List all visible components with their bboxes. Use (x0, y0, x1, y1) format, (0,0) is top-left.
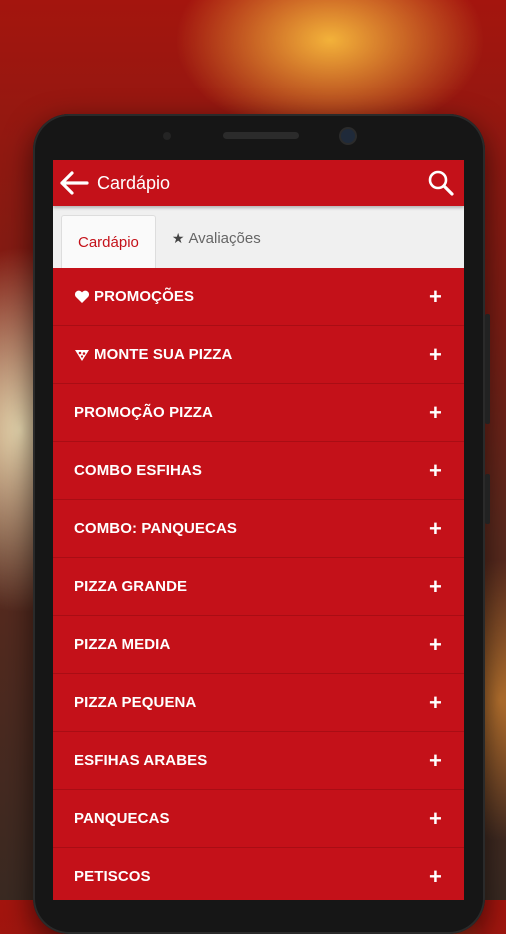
menu-category-pizza-pequena[interactable]: PIZZA PEQUENA + (53, 674, 464, 732)
category-label-wrap: PROMOÇÕES (74, 288, 429, 305)
category-label: PROMOÇÕES (94, 288, 195, 305)
search-icon (428, 170, 454, 196)
volume-button (485, 314, 490, 424)
category-label-wrap: MONTE SUA PIZZA (74, 346, 429, 363)
power-button (485, 474, 490, 524)
expand-plus-icon: + (429, 805, 442, 831)
category-label: PANQUECAS (74, 810, 170, 827)
app-bar: Cardápio (53, 160, 464, 206)
category-label: PIZZA GRANDE (74, 578, 188, 595)
menu-category-combo-esfihas[interactable]: COMBO ESFIHAS + (53, 442, 464, 500)
menu-category-panquecas[interactable]: PANQUECAS + (53, 790, 464, 848)
expand-plus-icon: + (429, 747, 442, 773)
tab-bar: Cardápio ★ Avaliações (53, 206, 464, 268)
category-label: PROMOÇÃO PIZZA (74, 404, 213, 421)
pizza-slice-icon (74, 348, 90, 362)
tab-cardapio[interactable]: Cardápio (61, 215, 156, 268)
menu-category-monte-sua-pizza[interactable]: MONTE SUA PIZZA + (53, 326, 464, 384)
category-label: COMBO: PANQUECAS (74, 520, 237, 537)
back-button[interactable] (57, 160, 91, 206)
app-screen: Cardápio Cardápio ★ Avaliações PROMOÇÕES… (53, 160, 464, 900)
category-label: PETISCOS (74, 868, 151, 885)
expand-plus-icon: + (429, 689, 442, 715)
star-icon: ★ (171, 229, 185, 246)
category-label: ESFIHAS ARABES (74, 752, 208, 769)
menu-category-combo-panquecas[interactable]: COMBO: PANQUECAS + (53, 500, 464, 558)
category-label: PIZZA MEDIA (74, 636, 171, 653)
category-label: PIZZA PEQUENA (74, 694, 197, 711)
expand-plus-icon: + (429, 863, 442, 889)
expand-plus-icon: + (429, 283, 442, 309)
proximity-sensor (163, 132, 171, 140)
expand-plus-icon: + (429, 631, 442, 657)
expand-plus-icon: + (429, 399, 442, 425)
menu-category-pizza-media[interactable]: PIZZA MEDIA + (53, 616, 464, 674)
arrow-left-icon (60, 171, 89, 195)
expand-plus-icon: + (429, 573, 442, 599)
menu-category-promocao-pizza[interactable]: PROMOÇÃO PIZZA + (53, 384, 464, 442)
menu-category-list: PROMOÇÕES + MONTE SUA PIZZA + PROMOÇÃO P… (53, 268, 464, 900)
menu-category-esfihas-arabes[interactable]: ESFIHAS ARABES + (53, 732, 464, 790)
tab-avaliacoes[interactable]: ★ Avaliações (156, 216, 277, 260)
tab-label: Cardápio (78, 233, 139, 251)
front-camera (341, 129, 355, 143)
menu-category-pizza-grande[interactable]: PIZZA GRANDE + (53, 558, 464, 616)
category-label: COMBO ESFIHAS (74, 462, 202, 479)
expand-plus-icon: + (429, 341, 442, 367)
search-button[interactable] (418, 160, 464, 206)
menu-category-petiscos[interactable]: PETISCOS + (53, 848, 464, 900)
earpiece-speaker (223, 132, 299, 139)
category-label: MONTE SUA PIZZA (94, 346, 233, 363)
expand-plus-icon: + (429, 457, 442, 483)
menu-category-promocoes[interactable]: PROMOÇÕES + (53, 268, 464, 326)
tab-label: Avaliações (188, 229, 261, 247)
heart-icon (74, 290, 90, 304)
page-title: Cardápio (97, 172, 171, 193)
expand-plus-icon: + (429, 515, 442, 541)
